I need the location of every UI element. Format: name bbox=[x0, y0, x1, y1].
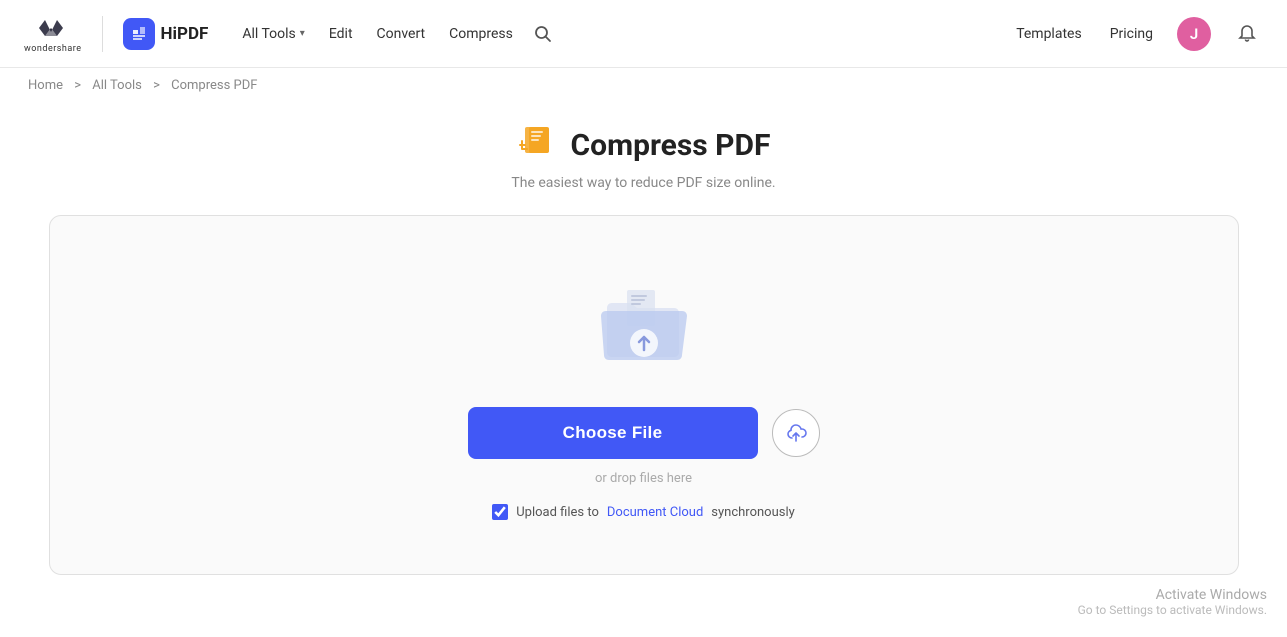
upload-button-row: Choose File bbox=[468, 407, 820, 459]
page-title-row: Compress PDF bbox=[517, 123, 771, 167]
folder-icon-area bbox=[589, 280, 699, 379]
logo-area: wondershare HiPDF bbox=[24, 14, 208, 54]
drop-text: or drop files here bbox=[595, 471, 692, 486]
breadcrumb-current: Compress PDF bbox=[171, 78, 257, 93]
breadcrumb-home[interactable]: Home bbox=[28, 78, 63, 93]
hipdf-icon bbox=[123, 18, 155, 50]
upload-card: Choose File or drop files here Upload fi… bbox=[49, 215, 1239, 575]
wondershare-icon bbox=[35, 14, 71, 42]
hipdf-label: HiPDF bbox=[161, 24, 209, 44]
chevron-down-icon: ▾ bbox=[300, 28, 305, 39]
edit-nav[interactable]: Edit bbox=[319, 18, 363, 50]
breadcrumb-all-tools[interactable]: All Tools bbox=[92, 78, 142, 93]
watermark-title: Activate Windows bbox=[1078, 587, 1267, 603]
compress-pdf-icon bbox=[517, 123, 561, 167]
windows-watermark: Activate Windows Go to Settings to activ… bbox=[1078, 587, 1267, 617]
upload-checkbox-row: Upload files to Document Cloud synchrono… bbox=[492, 504, 795, 520]
all-tools-nav[interactable]: All Tools ▾ bbox=[232, 18, 314, 50]
document-cloud-checkbox[interactable] bbox=[492, 504, 508, 520]
upload-folder-icon bbox=[589, 280, 699, 375]
header: wondershare HiPDF All Tools ▾ Edit bbox=[0, 0, 1287, 68]
convert-nav[interactable]: Convert bbox=[367, 18, 436, 50]
wondershare-text: wondershare bbox=[24, 44, 82, 54]
search-button[interactable] bbox=[527, 18, 559, 50]
watermark-subtitle: Go to Settings to activate Windows. bbox=[1078, 603, 1267, 617]
main-nav: All Tools ▾ Edit Convert Compress bbox=[232, 18, 559, 50]
page-subtitle: The easiest way to reduce PDF size onlin… bbox=[511, 175, 775, 191]
breadcrumb-separator-1: > bbox=[74, 78, 81, 93]
breadcrumb-separator-2: > bbox=[153, 78, 160, 93]
breadcrumb: Home > All Tools > Compress PDF bbox=[0, 68, 1287, 103]
logo-divider bbox=[102, 16, 103, 52]
templates-link[interactable]: Templates bbox=[1012, 18, 1086, 50]
nav-right: Templates Pricing J bbox=[1012, 17, 1263, 51]
checkbox-label-before: Upload files to bbox=[516, 505, 599, 520]
hipdf-badge[interactable]: HiPDF bbox=[123, 18, 209, 50]
pricing-link[interactable]: Pricing bbox=[1106, 18, 1157, 50]
page-title-area: Compress PDF The easiest way to reduce P… bbox=[511, 123, 775, 191]
main-content: Compress PDF The easiest way to reduce P… bbox=[0, 103, 1287, 575]
all-tools-label: All Tools bbox=[242, 26, 295, 42]
compress-nav[interactable]: Compress bbox=[439, 18, 523, 50]
edit-label: Edit bbox=[329, 26, 353, 42]
wondershare-logo[interactable]: wondershare bbox=[24, 14, 82, 54]
notification-bell-button[interactable] bbox=[1231, 18, 1263, 50]
cloud-upload-button[interactable] bbox=[772, 409, 820, 457]
convert-label: Convert bbox=[377, 26, 426, 42]
choose-file-button[interactable]: Choose File bbox=[468, 407, 758, 459]
page-title: Compress PDF bbox=[571, 128, 771, 163]
checkbox-label-after: synchronously bbox=[711, 505, 794, 520]
compress-label: Compress bbox=[449, 26, 513, 42]
bell-icon bbox=[1237, 24, 1257, 44]
user-avatar[interactable]: J bbox=[1177, 17, 1211, 51]
search-icon bbox=[534, 25, 552, 43]
cloud-upload-icon bbox=[785, 423, 807, 443]
document-cloud-link[interactable]: Document Cloud bbox=[607, 505, 703, 520]
